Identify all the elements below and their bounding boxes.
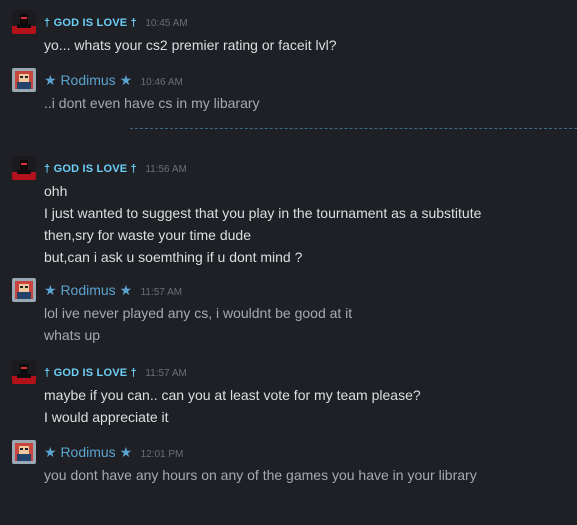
- new-session-divider: [130, 128, 577, 129]
- message-body: yo... whats your cs2 premier rating or f…: [44, 34, 569, 56]
- message-header: † GOD IS LOVE † 11:57 AM: [44, 362, 187, 382]
- sender-name[interactable]: † GOD IS LOVE †: [44, 163, 137, 175]
- avatar-rodimus-image: [12, 68, 36, 92]
- message-line: yo... whats your cs2 premier rating or f…: [44, 37, 337, 53]
- avatar[interactable]: [12, 68, 36, 92]
- avatar[interactable]: [12, 440, 36, 464]
- message-body: ohh I just wanted to suggest that you pl…: [44, 180, 569, 268]
- sender-name[interactable]: ★ Rodimus ★: [44, 72, 132, 88]
- timestamp: 11:57 AM: [140, 287, 183, 298]
- avatar[interactable]: [12, 278, 36, 302]
- timestamp: 11:57 AM: [145, 368, 187, 379]
- message-line: but,can i ask u soemthing if u dont mind…: [44, 249, 303, 265]
- sender-name[interactable]: † GOD IS LOVE †: [44, 367, 137, 379]
- avatar-rodimus-image: [12, 440, 36, 464]
- sender-name[interactable]: † GOD IS LOVE †: [44, 17, 137, 29]
- chat-log: † GOD IS LOVE † 10:45 AM yo... whats you…: [0, 0, 577, 525]
- message-line: ohh: [44, 183, 68, 199]
- timestamp: 10:46 AM: [140, 77, 183, 88]
- message-line: you dont have any hours on any of the ga…: [44, 467, 477, 483]
- message-header: ★ Rodimus ★ 11:57 AM: [44, 280, 182, 300]
- message-body: lol ive never played any cs, i wouldnt b…: [44, 302, 569, 346]
- timestamp: 12:01 PM: [140, 449, 184, 460]
- avatar-rodimus-image: [12, 278, 36, 302]
- message-header: † GOD IS LOVE † 11:56 AM: [44, 158, 187, 178]
- message-line: then,sry for waste your time dude: [44, 227, 251, 243]
- sender-name[interactable]: ★ Rodimus ★: [44, 282, 132, 298]
- message-line: lol ive never played any cs, i wouldnt b…: [44, 305, 353, 321]
- message-body: ..i dont even have cs in my libarary: [44, 92, 569, 114]
- message-line: I would appreciate it: [44, 409, 169, 425]
- message-body: you dont have any hours on any of the ga…: [44, 464, 569, 486]
- message-line: ..i dont even have cs in my libarary: [44, 95, 260, 111]
- avatar[interactable]: [12, 360, 36, 384]
- message-line: I just wanted to suggest that you play i…: [44, 205, 482, 221]
- message-header: ★ Rodimus ★ 12:01 PM: [44, 442, 183, 462]
- timestamp: 10:45 AM: [145, 18, 188, 29]
- message-header: ★ Rodimus ★ 10:46 AM: [44, 70, 183, 90]
- message-body: maybe if you can.. can you at least vote…: [44, 384, 569, 428]
- sender-name[interactable]: ★ Rodimus ★: [44, 444, 132, 460]
- avatar[interactable]: [12, 10, 36, 34]
- avatar-god-image: [12, 360, 36, 384]
- avatar-god-image: [12, 10, 36, 34]
- message-line: maybe if you can.. can you at least vote…: [44, 387, 421, 403]
- message-line: whats up: [44, 327, 101, 343]
- message-header: † GOD IS LOVE † 10:45 AM: [44, 12, 188, 32]
- avatar[interactable]: [12, 156, 36, 180]
- timestamp: 11:56 AM: [145, 164, 187, 175]
- avatar-god-image: [12, 156, 36, 180]
